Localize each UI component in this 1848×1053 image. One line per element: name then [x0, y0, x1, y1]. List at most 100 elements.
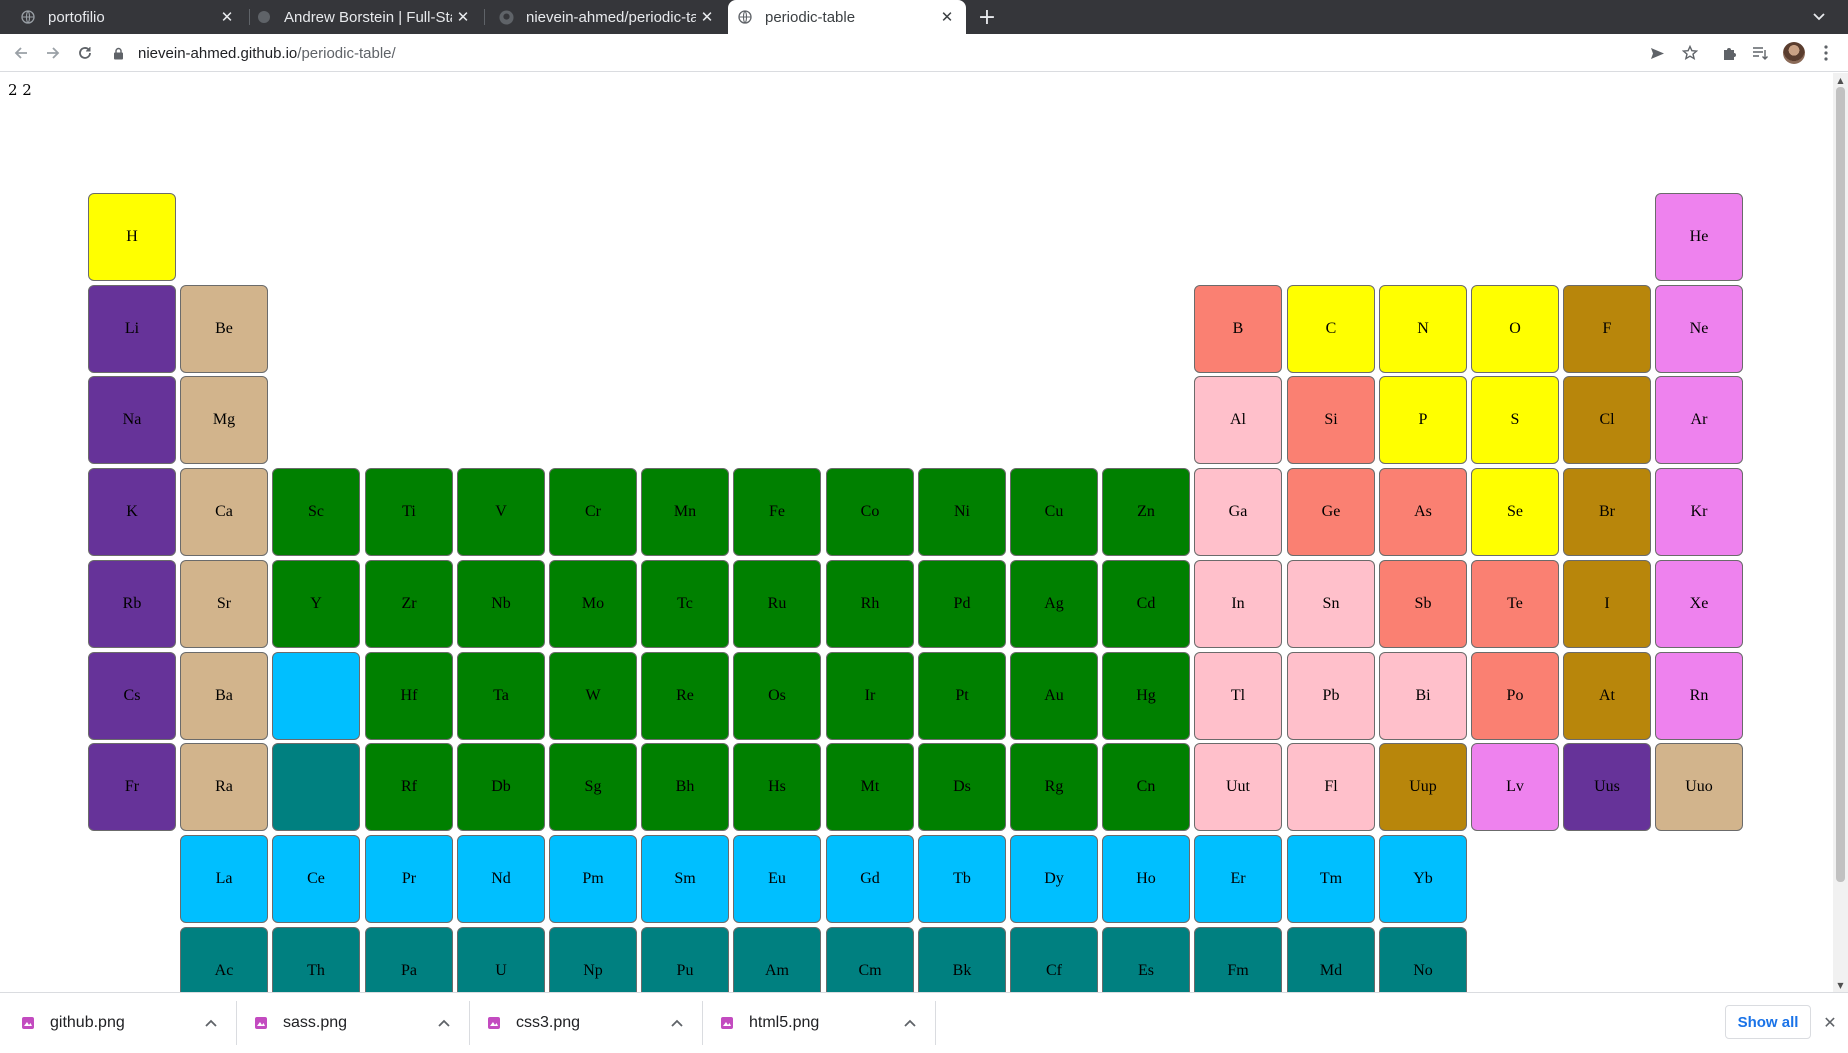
lock-icon[interactable] — [110, 45, 126, 61]
element-p[interactable]: P — [1379, 376, 1467, 464]
element-ba[interactable]: Ba — [180, 652, 268, 740]
element-sb[interactable]: Sb — [1379, 560, 1467, 648]
download-item[interactable]: css3.png — [466, 1001, 700, 1045]
element-rb[interactable]: Rb — [88, 560, 176, 648]
element-np[interactable]: Np — [549, 927, 637, 992]
chevron-up-icon[interactable] — [200, 1012, 222, 1034]
element-tm[interactable]: Tm — [1287, 835, 1375, 923]
element-cm[interactable]: Cm — [826, 927, 914, 992]
element-c[interactable]: C — [1287, 285, 1375, 373]
element-li[interactable]: Li — [88, 285, 176, 373]
element-f[interactable]: F — [1563, 285, 1651, 373]
element-zr[interactable]: Zr — [365, 560, 453, 648]
tab-periodic-table[interactable]: periodic-table ✕ — [728, 0, 966, 34]
element-ir[interactable]: Ir — [826, 652, 914, 740]
element-hg[interactable]: Hg — [1102, 652, 1190, 740]
element-pu[interactable]: Pu — [641, 927, 729, 992]
tab-github-repo[interactable]: nievein-ahmed/periodic-table ✕ — [486, 0, 726, 34]
element-ac[interactable]: Ac — [180, 927, 268, 992]
element-pm[interactable]: Pm — [549, 835, 637, 923]
element-w[interactable]: W — [549, 652, 637, 740]
element-y[interactable]: Y — [272, 560, 360, 648]
element-na[interactable]: Na — [88, 376, 176, 464]
download-item[interactable]: sass.png — [233, 1001, 467, 1045]
element-ru[interactable]: Ru — [733, 560, 821, 648]
element-sr[interactable]: Sr — [180, 560, 268, 648]
element-no[interactable]: No — [1379, 927, 1467, 992]
element-ds[interactable]: Ds — [918, 743, 1006, 831]
back-arrow-icon[interactable] — [9, 41, 33, 65]
element-placeholder-lanthanide[interactable] — [272, 652, 360, 740]
element-os[interactable]: Os — [733, 652, 821, 740]
element-eu[interactable]: Eu — [733, 835, 821, 923]
element-ra[interactable]: Ra — [180, 743, 268, 831]
element-si[interactable]: Si — [1287, 376, 1375, 464]
element-he[interactable]: He — [1655, 193, 1743, 281]
element-pb[interactable]: Pb — [1287, 652, 1375, 740]
element-uus[interactable]: Uus — [1563, 743, 1651, 831]
show-all-button[interactable]: Show all — [1725, 1005, 1811, 1039]
element-sg[interactable]: Sg — [549, 743, 637, 831]
element-cd[interactable]: Cd — [1102, 560, 1190, 648]
element-bh[interactable]: Bh — [641, 743, 729, 831]
chevron-up-icon[interactable] — [433, 1012, 455, 1034]
element-xe[interactable]: Xe — [1655, 560, 1743, 648]
element-mo[interactable]: Mo — [549, 560, 637, 648]
bookmark-star-icon[interactable] — [1679, 42, 1701, 64]
element-cr[interactable]: Cr — [549, 468, 637, 556]
element-n[interactable]: N — [1379, 285, 1467, 373]
element-se[interactable]: Se — [1471, 468, 1559, 556]
element-k[interactable]: K — [88, 468, 176, 556]
element-re[interactable]: Re — [641, 652, 729, 740]
element-sn[interactable]: Sn — [1287, 560, 1375, 648]
element-pr[interactable]: Pr — [365, 835, 453, 923]
element-mg[interactable]: Mg — [180, 376, 268, 464]
element-fe[interactable]: Fe — [733, 468, 821, 556]
element-br[interactable]: Br — [1563, 468, 1651, 556]
element-uut[interactable]: Uut — [1194, 743, 1282, 831]
kebab-menu-icon[interactable] — [1815, 42, 1837, 64]
element-cu[interactable]: Cu — [1010, 468, 1098, 556]
chevron-up-icon[interactable] — [899, 1012, 921, 1034]
close-icon[interactable]: ✕ — [1819, 1011, 1841, 1033]
element-tb[interactable]: Tb — [918, 835, 1006, 923]
element-ar[interactable]: Ar — [1655, 376, 1743, 464]
element-tc[interactable]: Tc — [641, 560, 729, 648]
element-as[interactable]: As — [1379, 468, 1467, 556]
element-po[interactable]: Po — [1471, 652, 1559, 740]
element-be[interactable]: Be — [180, 285, 268, 373]
element-fr[interactable]: Fr — [88, 743, 176, 831]
element-bk[interactable]: Bk — [918, 927, 1006, 992]
element-am[interactable]: Am — [733, 927, 821, 992]
element-dy[interactable]: Dy — [1010, 835, 1098, 923]
element-rg[interactable]: Rg — [1010, 743, 1098, 831]
tab-andrew-borstein[interactable]: Andrew Borstein | Full-Stack ✕ — [250, 0, 482, 34]
element-bi[interactable]: Bi — [1379, 652, 1467, 740]
element-sc[interactable]: Sc — [272, 468, 360, 556]
element-ta[interactable]: Ta — [457, 652, 545, 740]
element-md[interactable]: Md — [1287, 927, 1375, 992]
element-pd[interactable]: Pd — [918, 560, 1006, 648]
element-fl[interactable]: Fl — [1287, 743, 1375, 831]
chevron-up-icon[interactable] — [666, 1012, 688, 1034]
element-placeholder-actinide[interactable] — [272, 743, 360, 831]
element-ce[interactable]: Ce — [272, 835, 360, 923]
reading-list-icon[interactable] — [1749, 42, 1771, 64]
element-at[interactable]: At — [1563, 652, 1651, 740]
element-th[interactable]: Th — [272, 927, 360, 992]
element-mn[interactable]: Mn — [641, 468, 729, 556]
element-s[interactable]: S — [1471, 376, 1559, 464]
element-ti[interactable]: Ti — [365, 468, 453, 556]
element-yb[interactable]: Yb — [1379, 835, 1467, 923]
element-b[interactable]: B — [1194, 285, 1282, 373]
element-i[interactable]: I — [1563, 560, 1651, 648]
element-uuo[interactable]: Uuo — [1655, 743, 1743, 831]
element-cs[interactable]: Cs — [88, 652, 176, 740]
element-er[interactable]: Er — [1194, 835, 1282, 923]
element-fm[interactable]: Fm — [1194, 927, 1282, 992]
element-db[interactable]: Db — [457, 743, 545, 831]
extensions-puzzle-icon[interactable] — [1718, 42, 1740, 64]
element-ag[interactable]: Ag — [1010, 560, 1098, 648]
tab-search-chevron-icon[interactable] — [1808, 6, 1830, 28]
element-lv[interactable]: Lv — [1471, 743, 1559, 831]
